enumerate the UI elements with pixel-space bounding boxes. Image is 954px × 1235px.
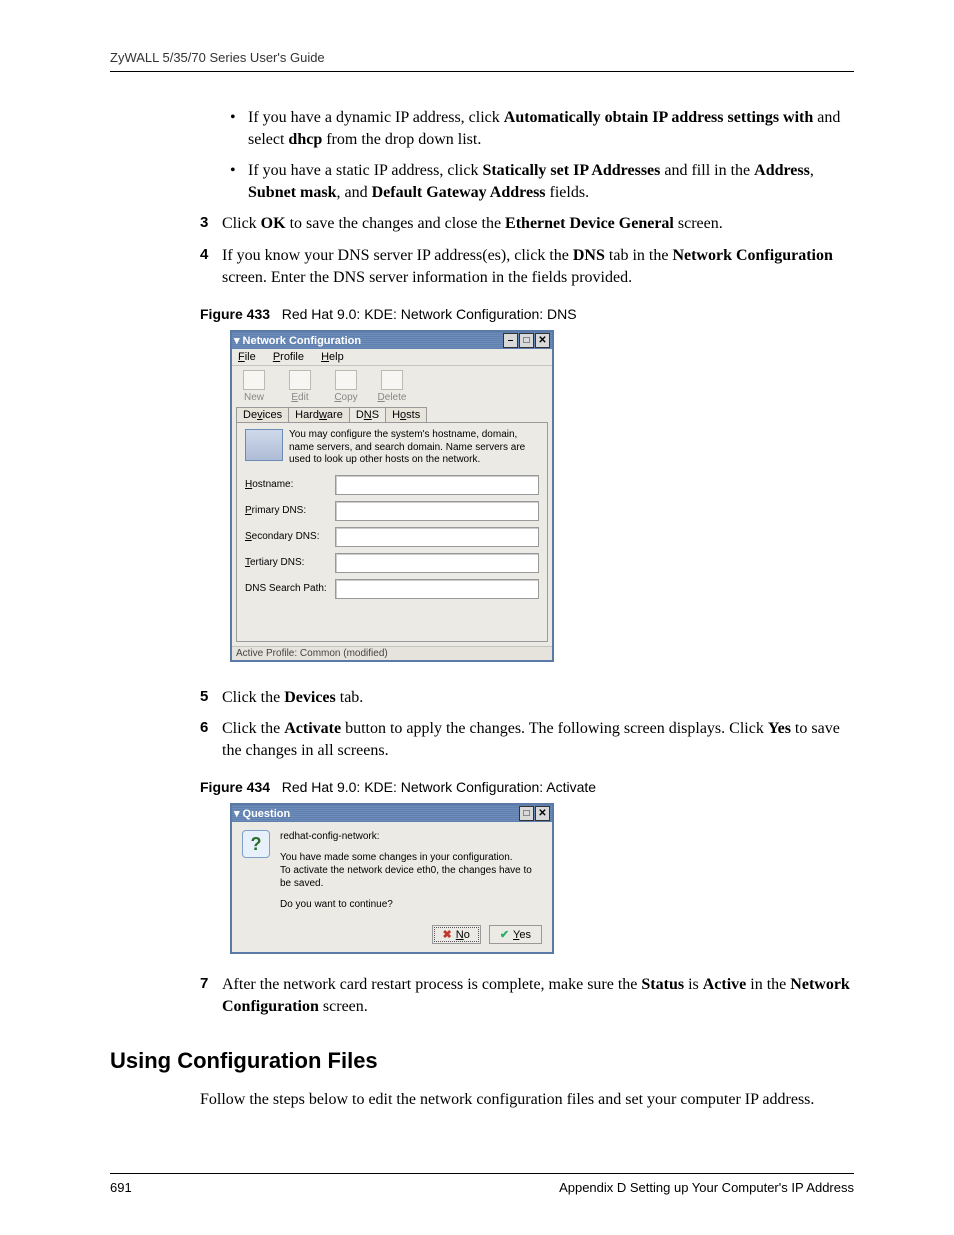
menu-help[interactable]: Help	[321, 351, 344, 363]
section-paragraph: Follow the steps below to edit the netwo…	[200, 1089, 854, 1111]
figure-433-caption: Figure 433 Red Hat 9.0: KDE: Network Con…	[200, 306, 854, 322]
status-bar: Active Profile: Common (modified)	[232, 646, 552, 660]
search-path-label: DNS Search Path:	[245, 583, 335, 594]
search-path-input[interactable]	[335, 579, 539, 599]
tabs: Devices Hardware DNS Hosts	[232, 403, 552, 422]
hosts-icon	[245, 429, 283, 461]
copy-icon	[335, 370, 357, 390]
step-5: 5 Click the Devices tab.	[200, 687, 854, 709]
check-icon: ✔	[500, 928, 509, 941]
maximize-button[interactable]: □	[519, 806, 534, 821]
footer-text: Appendix D Setting up Your Computer's IP…	[559, 1180, 854, 1195]
step-3: 3 Click OK to save the changes and close…	[200, 213, 854, 235]
x-icon: ✖	[443, 928, 452, 941]
network-config-window: ▾ Network Configuration – □ ✕ File Profi…	[230, 330, 554, 662]
page-number: 691	[110, 1180, 132, 1195]
edit-icon	[289, 370, 311, 390]
page-header: ZyWALL 5/35/70 Series User's Guide	[110, 50, 854, 72]
menubar: File Profile Help	[232, 349, 552, 366]
tool-copy[interactable]: Copy	[330, 370, 362, 403]
close-button[interactable]: ✕	[535, 806, 550, 821]
dialog-title: Question	[243, 808, 518, 820]
secondary-dns-row: Secondary DNS:	[245, 527, 539, 547]
delete-icon	[381, 370, 403, 390]
primary-dns-label: Primary DNS:	[245, 505, 335, 516]
yes-button[interactable]: ✔ Yes	[489, 925, 542, 944]
primary-dns-input[interactable]	[335, 501, 539, 521]
section-heading: Using Configuration Files	[110, 1048, 854, 1074]
secondary-dns-label: Secondary DNS:	[245, 531, 335, 542]
bullet-block: If you have a dynamic IP address, click …	[220, 107, 854, 203]
menu-profile[interactable]: Profile	[273, 351, 304, 363]
step-4: 4 If you know your DNS server IP address…	[200, 245, 854, 288]
window-menu-icon[interactable]: ▾	[234, 334, 240, 347]
toolbar: New Edit Copy Delete	[232, 366, 552, 403]
window-title: Network Configuration	[243, 335, 502, 347]
tertiary-dns-row: Tertiary DNS:	[245, 553, 539, 573]
tab-hardware[interactable]: Hardware	[288, 407, 350, 422]
secondary-dns-input[interactable]	[335, 527, 539, 547]
new-icon	[243, 370, 265, 390]
question-dialog: ▾ Question □ ✕ ? redhat-config-network: …	[230, 803, 554, 954]
primary-dns-row: Primary DNS:	[245, 501, 539, 521]
tab-devices[interactable]: Devices	[236, 407, 289, 422]
tab-hosts[interactable]: Hosts	[385, 407, 427, 422]
step-7: 7 After the network card restart process…	[200, 974, 854, 1017]
step-number: 3	[200, 213, 208, 233]
step-number: 5	[200, 687, 208, 707]
titlebar: ▾ Network Configuration – □ ✕	[232, 332, 552, 349]
hostname-row: Hostname:	[245, 475, 539, 495]
dialog-titlebar: ▾ Question □ ✕	[232, 805, 552, 822]
question-icon: ?	[242, 830, 270, 858]
tertiary-dns-label: Tertiary DNS:	[245, 557, 335, 568]
bullet-dynamic-ip: If you have a dynamic IP address, click …	[220, 107, 854, 150]
step-number: 7	[200, 974, 208, 994]
bullet-static-ip: If you have a static IP address, click S…	[220, 160, 854, 203]
figure-434-caption: Figure 434 Red Hat 9.0: KDE: Network Con…	[200, 779, 854, 795]
step-number: 4	[200, 245, 208, 265]
no-button[interactable]: ✖ No	[432, 925, 481, 944]
hostname-input[interactable]	[335, 475, 539, 495]
menu-file[interactable]: File	[238, 351, 256, 363]
step-number: 6	[200, 718, 208, 738]
tool-new[interactable]: New	[238, 370, 270, 403]
tool-edit[interactable]: Edit	[284, 370, 316, 403]
tool-delete[interactable]: Delete	[376, 370, 408, 403]
maximize-button[interactable]: □	[519, 333, 534, 348]
window-menu-icon[interactable]: ▾	[234, 807, 240, 820]
dialog-message: redhat-config-network: You have made som…	[280, 830, 542, 919]
search-path-row: DNS Search Path:	[245, 579, 539, 599]
step-6: 6 Click the Activate button to apply the…	[200, 718, 854, 761]
dns-panel: You may configure the system's hostname,…	[236, 422, 548, 642]
close-button[interactable]: ✕	[535, 333, 550, 348]
guide-title: ZyWALL 5/35/70 Series User's Guide	[110, 50, 325, 65]
tertiary-dns-input[interactable]	[335, 553, 539, 573]
page-footer: 691 Appendix D Setting up Your Computer'…	[110, 1173, 854, 1195]
hostname-label: Hostname:	[245, 479, 335, 490]
tab-dns[interactable]: DNS	[349, 407, 386, 422]
minimize-button[interactable]: –	[503, 333, 518, 348]
panel-description: You may configure the system's hostname,…	[289, 429, 539, 467]
